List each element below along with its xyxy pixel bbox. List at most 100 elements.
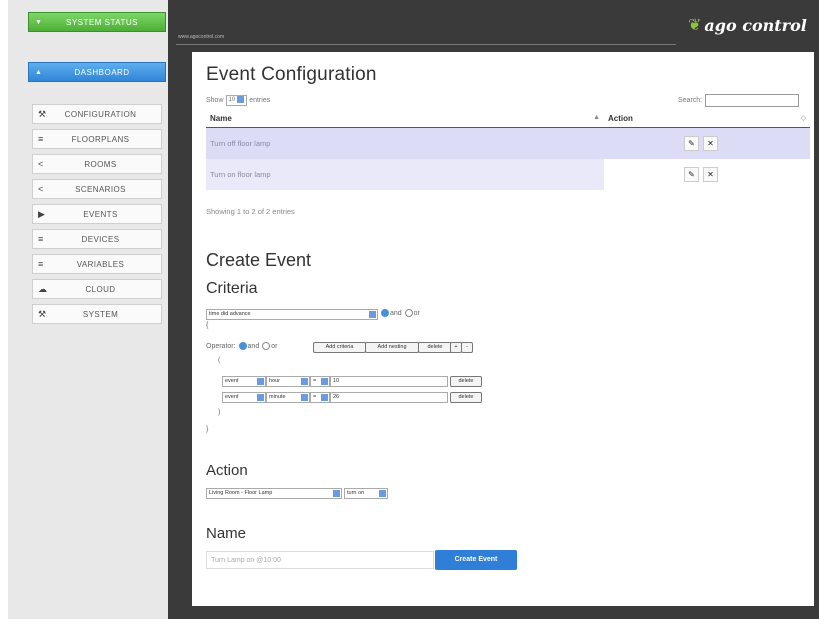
sidebar-item-devices[interactable]: ≡ DEVICES <box>32 229 162 249</box>
trigger-logic: and or <box>380 309 420 317</box>
condition-field-select[interactable]: minute <box>266 392 310 403</box>
sidebar-item-events[interactable]: ▶ EVENTS <box>32 204 162 224</box>
condition-value-input[interactable]: 10 <box>330 376 448 387</box>
condition-field-select[interactable]: hour <box>266 376 310 387</box>
criteria-title: Criteria <box>206 280 258 297</box>
operator-logic: Operator: and or <box>206 342 278 350</box>
cloud-icon: ☁ <box>38 283 48 294</box>
sidebar-item-cloud[interactable]: ☁ CLOUD <box>32 279 162 299</box>
create-event-title: Create Event <box>206 250 312 270</box>
sidebar-item-label: CLOUD <box>85 284 116 294</box>
sidebar-item-label: ROOMS <box>84 159 117 169</box>
name-title: Name <box>206 525 247 542</box>
action-command-select[interactable]: turn on <box>344 488 388 499</box>
event-name: Turn on floor lamp <box>206 159 604 190</box>
sidebar-item-label: SYSTEM <box>82 309 119 319</box>
row-actions: ✎ ✕ <box>604 159 810 190</box>
sidebar-nav: ⚒ CONFIGURATION ≡ FLOORPLANS < ROOMS < SCENARIO… <box>32 104 162 329</box>
table-row[interactable]: Turn off floor lamp ✎ ✕ <box>206 127 810 159</box>
close-brace: } <box>206 426 209 433</box>
content-frame-left <box>168 52 192 619</box>
dropdown-arrow-icon <box>333 490 340 497</box>
events-table: Name ▲ Action ◇ Turn off floor lamp ✎ ✕ Tur… <box>206 110 810 190</box>
leaf-icon: ❦ <box>688 17 702 34</box>
sidebar-item-label: FLOORPLANS <box>71 134 130 144</box>
table-info: Showing 1 to 2 of 2 entries <box>206 207 295 216</box>
delete-icon[interactable]: ✕ <box>703 136 718 151</box>
content-frame-right <box>814 52 819 619</box>
dropdown-arrow-icon <box>257 378 264 385</box>
table-row[interactable]: Turn on floor lamp ✎ ✕ <box>206 159 810 190</box>
table-search: Search: <box>678 94 800 107</box>
system-status-button[interactable]: ▼ SYSTEM STATUS <box>28 12 166 32</box>
action-device-select[interactable]: Living Room - Floor Lamp <box>206 488 342 499</box>
sort-icon: ◇ <box>800 115 806 122</box>
entries-select[interactable]: 10 <box>225 95 248 106</box>
search-input[interactable] <box>705 94 800 107</box>
delete-condition-button[interactable]: delete <box>450 392 482 403</box>
trigger-select[interactable]: time did advance <box>206 309 378 320</box>
site-url: www.agocontrol.com <box>178 34 225 40</box>
or-radio[interactable] <box>262 342 271 350</box>
collapse-button[interactable]: - <box>461 342 473 353</box>
delete-condition-button[interactable]: delete <box>450 376 482 387</box>
main-content: Event Configuration Show 10 entries Sear… <box>192 52 814 606</box>
sidebar-item-label: EVENTS <box>83 209 118 219</box>
sidebar-item-scenarios[interactable]: < SCENARIOS <box>32 179 162 199</box>
sidebar-item-rooms[interactable]: < ROOMS <box>32 154 162 174</box>
share-icon: < <box>38 159 44 169</box>
open-brace: { <box>206 322 209 329</box>
event-name-input[interactable]: Turn Lamp on @10:00 <box>206 551 434 569</box>
edit-icon[interactable]: ✎ <box>684 136 699 151</box>
condition-value-input[interactable]: 26 <box>330 392 448 403</box>
sidebar-item-label: SCENARIOS <box>75 184 126 194</box>
sidebar-item-label: DEVICES <box>81 234 120 244</box>
and-radio[interactable] <box>238 342 247 350</box>
dropdown-arrow-icon <box>237 96 245 103</box>
chevron-down-icon: ▼ <box>35 18 43 26</box>
and-radio[interactable] <box>381 309 389 317</box>
delete-group-button[interactable]: delete <box>418 342 452 353</box>
dropdown-arrow-icon <box>379 490 386 497</box>
row-actions: ✎ ✕ <box>604 127 810 159</box>
sidebar-item-system[interactable]: ⚒ SYSTEM <box>32 304 162 324</box>
top-bar: www.agocontrol.com ❦ ago control <box>168 0 819 52</box>
list-icon: ≡ <box>38 134 44 144</box>
add-nesting-button[interactable]: Add nesting <box>365 342 419 353</box>
sidebar-item-label: CONFIGURATION <box>64 109 137 119</box>
dropdown-arrow-icon <box>321 378 328 385</box>
condition-operator-select[interactable]: = <box>310 392 330 403</box>
edit-icon[interactable]: ✎ <box>684 167 699 182</box>
sliders-icon: ≡ <box>38 234 44 244</box>
wrench-icon: ⚒ <box>38 308 47 319</box>
sidebar: ▼ SYSTEM STATUS ▲ DASHBOARD ⚒ CONFIGURATI… <box>8 0 169 619</box>
add-criteria-button[interactable]: Add criteria <box>313 342 366 353</box>
share-icon: < <box>38 184 44 194</box>
bullhorn-icon: ▶ <box>38 208 46 219</box>
event-name: Turn off floor lamp <box>206 127 604 159</box>
action-title: Action <box>206 462 248 479</box>
sidebar-item-variables[interactable]: ≡ VARIABLES <box>32 254 162 274</box>
dropdown-arrow-icon <box>301 394 308 401</box>
or-radio[interactable] <box>404 309 413 317</box>
home-icon: ▲ <box>35 68 43 76</box>
create-event-button[interactable]: Create Event <box>435 550 517 570</box>
column-header-action[interactable]: Action ◇ <box>604 110 810 128</box>
dashboard-button[interactable]: ▲ DASHBOARD <box>28 62 166 82</box>
column-header-name[interactable]: Name ▲ <box>206 110 604 128</box>
open-paren: ( <box>218 357 221 364</box>
page-title: Event Configuration <box>206 64 377 85</box>
condition-source-select[interactable]: event <box>222 376 266 387</box>
delete-icon[interactable]: ✕ <box>703 167 718 182</box>
sliders-icon: ≡ <box>38 259 44 269</box>
sort-icon: ▲ <box>593 114 600 121</box>
ago-control-logo[interactable]: ❦ ago control <box>688 10 813 40</box>
condition-operator-select[interactable]: = <box>310 376 330 387</box>
condition-source-select[interactable]: event <box>222 392 266 403</box>
sidebar-item-configuration[interactable]: ⚒ CONFIGURATION <box>32 104 162 124</box>
dropdown-arrow-icon <box>257 394 264 401</box>
close-paren: ) <box>218 409 221 416</box>
wrench-icon: ⚒ <box>38 108 47 119</box>
dropdown-arrow-icon <box>321 394 328 401</box>
sidebar-item-floorplans[interactable]: ≡ FLOORPLANS <box>32 129 162 149</box>
